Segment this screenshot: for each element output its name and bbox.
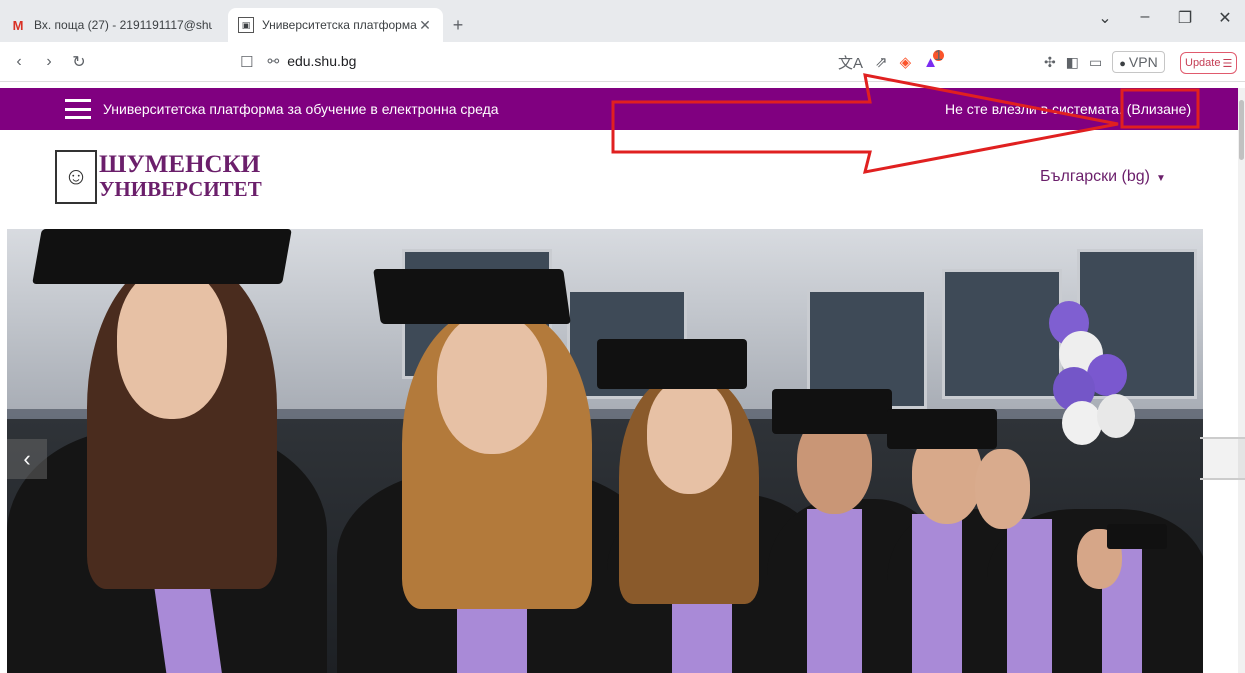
caret-down-icon: ▼ bbox=[1155, 173, 1166, 184]
balloon bbox=[1097, 394, 1135, 438]
menu-icon: ☰ bbox=[1222, 57, 1233, 70]
balloon bbox=[1062, 401, 1102, 445]
site-settings-icon[interactable]: ⚯ bbox=[267, 53, 279, 69]
language-label: Български (bg) bbox=[1040, 168, 1150, 185]
translate-icon[interactable]: 文A bbox=[838, 52, 863, 73]
logo-line-1: ШУМЕНСКИ bbox=[99, 151, 261, 178]
graduate-face bbox=[117, 269, 227, 419]
new-tab-button[interactable]: + bbox=[443, 8, 473, 42]
shu-favicon-icon: ▣ bbox=[238, 17, 254, 33]
logo-line-2: УНИВЕРСИТЕТ bbox=[99, 177, 262, 201]
scrollbar-thumb[interactable] bbox=[1239, 100, 1244, 160]
hamburger-menu-icon[interactable] bbox=[65, 99, 91, 119]
graduate-stole bbox=[1007, 519, 1052, 673]
language-selector[interactable]: Български (bg) ▼ bbox=[1040, 168, 1166, 186]
scrollbar-track[interactable] bbox=[1238, 88, 1245, 673]
rewards-badge: 1 bbox=[933, 46, 944, 64]
forward-icon[interactable]: › bbox=[38, 53, 60, 71]
graduation-cap bbox=[772, 389, 892, 434]
reload-icon[interactable]: ↻ bbox=[68, 52, 90, 72]
browser-tab-strip: M Вх. поща (27) - 2191191117@shu.bg ▣ Ун… bbox=[0, 0, 1245, 42]
graduation-cap bbox=[1107, 524, 1167, 549]
restore-icon[interactable]: ❐ bbox=[1165, 8, 1205, 28]
back-icon[interactable]: ‹ bbox=[8, 53, 30, 71]
graduation-cap bbox=[597, 339, 747, 389]
update-label: Update bbox=[1185, 57, 1221, 69]
university-logo[interactable]: ☺ ШУМЕНСКИ УНИВЕРСИТЕТ bbox=[55, 150, 262, 204]
tab-title: Вх. поща (27) - 2191191117@shu.bg bbox=[34, 18, 212, 32]
login-link[interactable]: (Влизане) bbox=[1127, 101, 1191, 117]
brave-shields-icon[interactable]: ◈ bbox=[900, 53, 912, 71]
tab-edu-platform[interactable]: ▣ Университетска платформа за обучение ✕ bbox=[228, 8, 443, 42]
address-bar-actions: 文A ⇗ ◈ ▲ 1 bbox=[838, 42, 944, 82]
wallet-icon[interactable]: ▭ bbox=[1089, 54, 1102, 71]
graduate-stole bbox=[807, 509, 862, 673]
tab-gmail[interactable]: M Вх. поща (27) - 2191191117@shu.bg bbox=[0, 8, 222, 42]
sidebar-icon[interactable]: ◧ bbox=[1066, 54, 1079, 71]
update-button[interactable]: Update ☰ bbox=[1180, 52, 1238, 74]
brave-rewards-icon[interactable]: ▲ 1 bbox=[923, 48, 944, 71]
site-title[interactable]: Университетска платформа за обучение в е… bbox=[103, 101, 499, 117]
graduate-stole bbox=[912, 514, 962, 673]
hero-carousel-image bbox=[7, 229, 1203, 673]
toolbar-right: ✣ ◧ ▭ ● VPN bbox=[1044, 42, 1165, 82]
hall-window bbox=[942, 269, 1062, 399]
graduate-face bbox=[647, 379, 732, 494]
gmail-icon: M bbox=[12, 17, 24, 33]
extensions-icon[interactable]: ✣ bbox=[1044, 54, 1056, 71]
graduation-cap bbox=[373, 269, 571, 324]
window-controls: ⌄ – ❐ ✕ bbox=[1085, 8, 1245, 28]
close-tab-icon[interactable]: ✕ bbox=[417, 17, 433, 34]
share-icon[interactable]: ⇗ bbox=[875, 53, 888, 71]
graduate-face bbox=[437, 314, 547, 454]
vpn-label: VPN bbox=[1128, 54, 1158, 70]
carousel-next-button[interactable] bbox=[1200, 437, 1245, 480]
minimize-icon[interactable]: – bbox=[1125, 8, 1165, 28]
screen: M Вх. поща (27) - 2191191117@shu.bg ▣ Ун… bbox=[0, 0, 1245, 673]
bookmark-icon[interactable]: ☐ bbox=[240, 53, 253, 71]
vpn-button[interactable]: ● VPN bbox=[1112, 51, 1165, 73]
university-seal-icon: ☺ bbox=[55, 150, 97, 204]
graduation-cap bbox=[32, 229, 292, 284]
login-status-text: Не сте влезли в системата. bbox=[945, 101, 1123, 117]
graduate-face bbox=[975, 449, 1030, 529]
url-text: edu.shu.bg bbox=[287, 53, 357, 69]
site-navbar: Университетска платформа за обучение в е… bbox=[0, 88, 1245, 130]
address-bar[interactable]: ⚯ edu.shu.bg bbox=[267, 53, 356, 70]
login-info: Не сте влезли в системата. (Влизане) bbox=[945, 101, 1191, 117]
browser-toolbar: ‹ › ↻ ☐ ⚯ edu.shu.bg 文A ⇗ ◈ ▲ 1 ✣ ◧ ▭ ● VP… bbox=[0, 42, 1245, 82]
carousel-prev-button[interactable]: ‹ bbox=[7, 439, 47, 479]
close-window-icon[interactable]: ✕ bbox=[1205, 8, 1245, 28]
tab-search-icon[interactable]: ⌄ bbox=[1085, 8, 1125, 28]
graduation-cap bbox=[887, 409, 997, 449]
chevron-left-icon: ‹ bbox=[23, 446, 31, 471]
logo-text: ШУМЕНСКИ УНИВЕРСИТЕТ bbox=[99, 152, 262, 202]
tab-title: Университетска платформа за обучение bbox=[262, 18, 417, 32]
